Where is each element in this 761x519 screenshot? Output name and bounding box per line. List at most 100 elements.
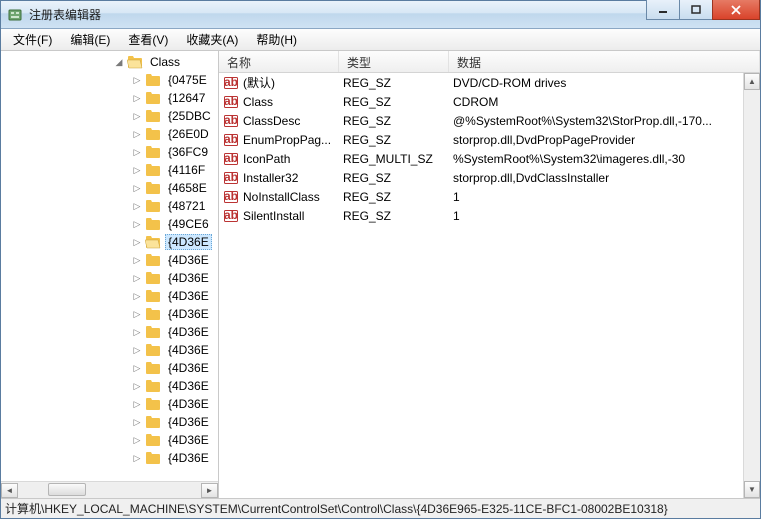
expand-icon[interactable]: ▷: [131, 416, 143, 428]
menu-file[interactable]: 文件(F): [5, 29, 60, 50]
value-row[interactable]: abNoInstallClassREG_SZ1: [219, 187, 743, 206]
menu-help[interactable]: 帮助(H): [248, 29, 305, 50]
value-name: ClassDesc: [243, 114, 343, 128]
minimize-button[interactable]: [646, 0, 680, 20]
value-row[interactable]: abInstaller32REG_SZstorprop.dll,DvdClass…: [219, 168, 743, 187]
value-row[interactable]: abClassDescREG_SZ@%SystemRoot%\System32\…: [219, 111, 743, 130]
expand-icon[interactable]: ▷: [131, 164, 143, 176]
string-value-icon: ab: [223, 170, 239, 186]
column-header-name[interactable]: 名称: [219, 51, 339, 72]
tree-item-label: {0475E: [168, 73, 207, 87]
tree-item[interactable]: ▷ {4D36E: [1, 395, 218, 413]
folder-icon: [145, 343, 161, 357]
expand-icon[interactable]: ▷: [131, 74, 143, 86]
expand-icon[interactable]: ▷: [131, 200, 143, 212]
expand-icon[interactable]: ▷: [131, 182, 143, 194]
svg-text:ab: ab: [224, 170, 238, 184]
folder-open-icon: [127, 55, 143, 69]
tree-item[interactable]: ▷{49CE6: [1, 215, 218, 233]
tree-item[interactable]: ▷{4D36E: [1, 233, 218, 251]
value-data: storprop.dll,DvdClassInstaller: [453, 171, 743, 185]
tree-item[interactable]: ▷{4D36E: [1, 323, 218, 341]
list-vertical-scrollbar[interactable]: ▲ ▼: [743, 73, 760, 498]
value-row[interactable]: abEnumPropPag...REG_SZstorprop.dll,DvdPr…: [219, 130, 743, 149]
value-row[interactable]: abClassREG_SZCDROM: [219, 92, 743, 111]
tree-item[interactable]: ▷{4D36E: [1, 413, 218, 431]
tree-item-label: {4658E: [168, 181, 207, 195]
scroll-track[interactable]: [18, 483, 201, 498]
scroll-left-button[interactable]: ◄: [1, 483, 18, 498]
tree-item[interactable]: ▷ {12647: [1, 89, 218, 107]
scroll-track[interactable]: [744, 90, 760, 481]
expand-icon[interactable]: ▷: [131, 254, 143, 266]
value-row[interactable]: abIconPathREG_MULTI_SZ%SystemRoot%\Syste…: [219, 149, 743, 168]
tree-item-label: {25DBC: [168, 109, 211, 123]
expand-icon[interactable]: ▷: [131, 308, 143, 320]
expand-icon[interactable]: ▷: [131, 290, 143, 302]
titlebar[interactable]: 注册表编辑器: [1, 1, 760, 29]
tree-item-label: {12647: [168, 91, 205, 105]
value-type: REG_SZ: [343, 95, 453, 109]
tree-item[interactable]: ▷ {4D36E: [1, 287, 218, 305]
expand-icon[interactable]: ▷: [131, 362, 143, 374]
tree-item[interactable]: ▷{4D36E: [1, 305, 218, 323]
folder-icon: [145, 217, 161, 231]
tree-item-label: {4D36E: [168, 361, 209, 375]
close-button[interactable]: [712, 0, 760, 20]
tree-item[interactable]: ▷{48721: [1, 197, 218, 215]
tree-item[interactable]: ▷{4D36E: [1, 251, 218, 269]
tree-item[interactable]: ▷ {4D36E: [1, 341, 218, 359]
value-row[interactable]: abSilentInstallREG_SZ1: [219, 206, 743, 225]
tree-horizontal-scrollbar[interactable]: ◄ ►: [1, 481, 218, 498]
collapse-icon[interactable]: ◢: [113, 56, 125, 68]
menu-edit[interactable]: 编辑(E): [62, 29, 118, 50]
tree-item[interactable]: ▷{4D36E: [1, 449, 218, 467]
expand-icon[interactable]: ▷: [131, 92, 143, 104]
expand-icon[interactable]: ▷: [131, 218, 143, 230]
expand-icon[interactable]: ▷: [131, 452, 143, 464]
tree-item-class[interactable]: ◢Class: [1, 53, 218, 71]
svg-text:ab: ab: [224, 189, 238, 203]
tree-item[interactable]: ▷{26E0D: [1, 125, 218, 143]
tree-item[interactable]: ▷ {0475E: [1, 71, 218, 89]
tree-item[interactable]: ▷{4D36E: [1, 377, 218, 395]
expand-icon[interactable]: ▷: [131, 344, 143, 356]
tree-item-label: {4D36E: [168, 289, 209, 303]
tree-item[interactable]: ▷ {4658E: [1, 179, 218, 197]
menu-favorites[interactable]: 收藏夹(A): [178, 29, 246, 50]
maximize-button[interactable]: [679, 0, 713, 20]
tree-item[interactable]: ▷{4D36E: [1, 431, 218, 449]
tree-item[interactable]: ▷{4116F: [1, 161, 218, 179]
tree-item[interactable]: ▷ {25DBC: [1, 107, 218, 125]
registry-tree[interactable]: ◢Class ▷ {0475E ▷ {12647 ▷ {25DBC ▷{26E0D▷{36FC…: [1, 51, 218, 481]
scroll-down-button[interactable]: ▼: [744, 481, 760, 498]
scroll-up-button[interactable]: ▲: [744, 73, 760, 90]
value-data: storprop.dll,DvdPropPageProvider: [453, 133, 743, 147]
folder-icon: [145, 235, 161, 249]
expand-icon[interactable]: ▷: [131, 128, 143, 140]
column-header-data[interactable]: 数据: [449, 51, 760, 72]
tree-item[interactable]: ▷{36FC9: [1, 143, 218, 161]
folder-icon: [145, 307, 161, 321]
expand-icon[interactable]: ▷: [131, 434, 143, 446]
scroll-right-button[interactable]: ►: [201, 483, 218, 498]
values-list[interactable]: ab(默认)REG_SZDVD/CD-ROM drivesabClassREG_…: [219, 73, 743, 498]
expand-icon[interactable]: ▷: [131, 146, 143, 158]
expand-icon[interactable]: ▷: [131, 326, 143, 338]
value-row[interactable]: ab(默认)REG_SZDVD/CD-ROM drives: [219, 73, 743, 92]
expand-icon[interactable]: ▷: [131, 110, 143, 122]
expand-icon[interactable]: ▷: [131, 272, 143, 284]
value-data: 1: [453, 209, 743, 223]
folder-icon: [145, 451, 161, 465]
tree-item-label: {4D36E: [168, 397, 209, 411]
expand-icon[interactable]: ▷: [131, 236, 143, 248]
expand-icon[interactable]: ▷: [131, 380, 143, 392]
tree-item[interactable]: ▷{4D36E: [1, 269, 218, 287]
tree-item[interactable]: ▷ {4D36E: [1, 359, 218, 377]
expand-icon[interactable]: ▷: [131, 398, 143, 410]
tree-item-label: {4D36E: [168, 343, 209, 357]
column-header-type[interactable]: 类型: [339, 51, 449, 72]
scroll-thumb[interactable]: [48, 483, 86, 496]
menu-view[interactable]: 查看(V): [120, 29, 176, 50]
folder-icon: [145, 379, 161, 393]
